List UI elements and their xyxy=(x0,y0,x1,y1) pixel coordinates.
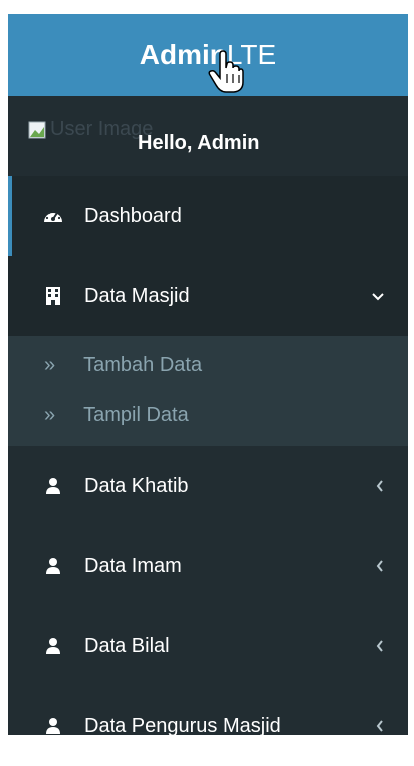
submenu-item-label: Tampil Data xyxy=(83,403,189,426)
user-greeting: Hello, Admin xyxy=(138,132,260,154)
sidebar-item-label: Data Bilal xyxy=(84,634,170,657)
dashboard-icon xyxy=(42,205,64,227)
sidebar: Admin LTE User Image Hello, Admin Dashbo… xyxy=(8,14,408,737)
sidebar-item-dashboard[interactable]: Dashboard xyxy=(8,176,408,256)
user-icon xyxy=(42,555,64,577)
sidebar-item-data-khatib[interactable]: Data Khatib xyxy=(8,446,408,526)
submenu-item-label: Tambah Data xyxy=(83,353,203,376)
submenu-item-tambah-data[interactable]: » Tambah Data xyxy=(8,340,408,390)
hand-cursor-icon xyxy=(208,50,244,93)
sidebar-item-data-pengurus-masjid[interactable]: Data Pengurus Masjid xyxy=(8,686,408,766)
chevron-left-icon xyxy=(376,476,384,497)
submenu-data-masjid: » Tambah Data » Tampil Data xyxy=(8,336,408,446)
sidebar-item-label: Data Khatib xyxy=(84,474,189,497)
submenu-item-tampil-data[interactable]: » Tampil Data xyxy=(8,390,408,440)
sidebar-item-label: Data Pengurus Masjid xyxy=(84,714,281,737)
double-chevron-right-icon: » xyxy=(44,353,56,376)
sidebar-item-data-bilal[interactable]: Data Bilal xyxy=(8,606,408,686)
sidebar-item-data-imam[interactable]: Data Imam xyxy=(8,526,408,606)
user-icon xyxy=(42,475,64,497)
sidebar-item-label: Dashboard xyxy=(84,204,182,227)
user-icon xyxy=(42,715,64,737)
sidebar-menu: Dashboard Data Masjid » Tambah Data » Ta… xyxy=(8,176,408,766)
user-image: User Image xyxy=(28,118,153,141)
chevron-left-icon xyxy=(376,556,384,577)
broken-image-icon xyxy=(28,121,46,138)
double-chevron-right-icon: » xyxy=(44,403,56,426)
sidebar-item-label: Data Masjid xyxy=(84,284,190,307)
chevron-left-icon xyxy=(376,636,384,657)
sidebar-item-data-masjid[interactable]: Data Masjid xyxy=(8,256,408,336)
chevron-left-icon xyxy=(376,716,384,737)
chevron-down-icon xyxy=(372,286,384,307)
brand-logo[interactable]: Admin LTE xyxy=(8,14,408,96)
building-icon xyxy=(42,285,64,307)
user-panel: User Image Hello, Admin xyxy=(8,96,408,176)
sidebar-item-label: Data Imam xyxy=(84,554,182,577)
user-icon xyxy=(42,635,64,657)
